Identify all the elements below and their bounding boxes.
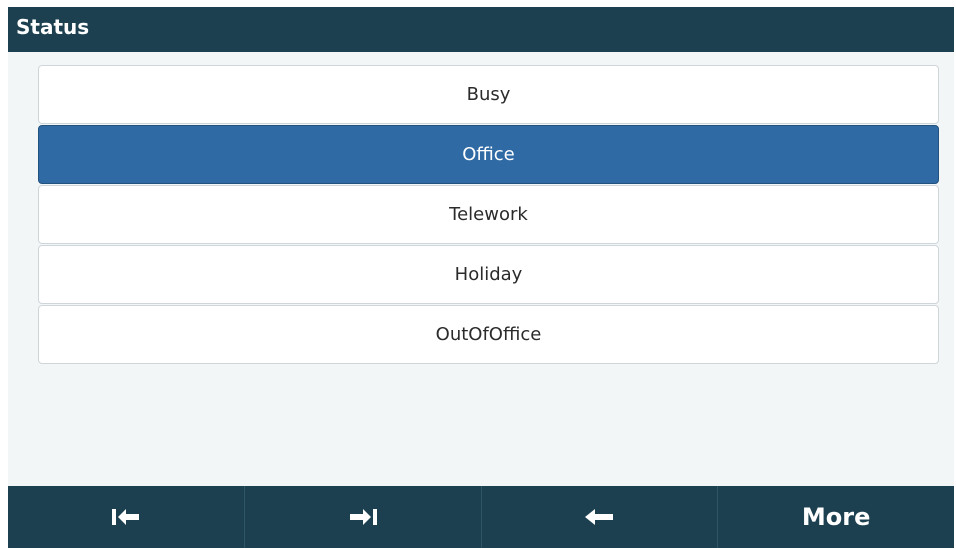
- arrow-to-start-icon: [111, 509, 139, 525]
- more-label: More: [801, 503, 871, 531]
- phone-screen: Status Busy Office Telework Holiday OutO…: [8, 7, 954, 548]
- softkey-bar: More: [8, 486, 954, 548]
- first-page-softkey[interactable]: [8, 486, 245, 548]
- back-arrow-icon: [585, 509, 614, 525]
- status-option-busy[interactable]: Busy: [38, 65, 939, 124]
- status-option-telework[interactable]: Telework: [38, 185, 939, 244]
- status-list: Busy Office Telework Holiday OutOfOffice: [38, 65, 939, 365]
- back-softkey[interactable]: [482, 486, 719, 548]
- status-option-office[interactable]: Office: [38, 125, 939, 184]
- status-option-holiday[interactable]: Holiday: [38, 245, 939, 304]
- status-option-outofoffice[interactable]: OutOfOffice: [38, 305, 939, 364]
- last-page-softkey[interactable]: [245, 486, 482, 548]
- more-softkey[interactable]: More: [718, 486, 954, 548]
- arrow-to-end-icon: [349, 509, 377, 525]
- page-title: Status: [8, 7, 954, 52]
